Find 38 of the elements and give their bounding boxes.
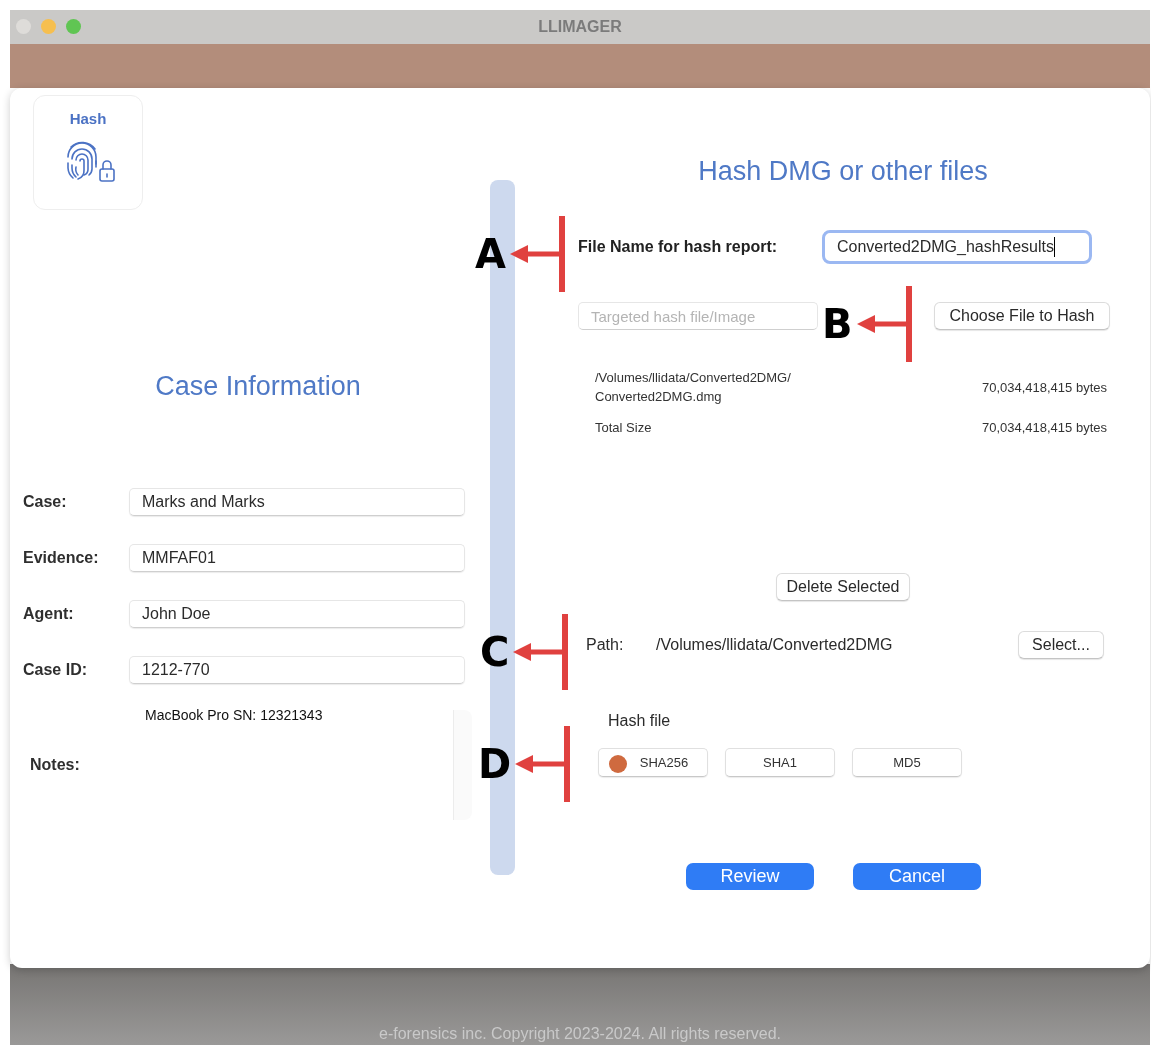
callout-letter: B (822, 304, 853, 344)
text-field[interactable]: Marks and Marks (129, 488, 465, 516)
file-path-field[interactable]: Targeted hash file/Image (578, 302, 818, 330)
review-button[interactable]: Review (686, 863, 814, 890)
hash-option-button[interactable]: SHA256 (598, 748, 708, 777)
delete-selected-button[interactable]: Delete Selected (775, 573, 911, 601)
select-button[interactable]: Select... (1018, 631, 1104, 659)
file-name: Total Size (595, 419, 652, 437)
callout-letter: D (478, 744, 512, 784)
field-label: Case ID: (23, 661, 89, 679)
text-field[interactable]: Converted2DMG_hashResults (822, 230, 1092, 264)
minimize-button[interactable] (41, 19, 56, 34)
text-field[interactable]: John Doe (129, 600, 465, 628)
window-title: LLIMAGER (538, 18, 622, 36)
file-size: 70,034,418,415 bytes (981, 420, 1107, 435)
text-field[interactable]: MMFAF01 (129, 544, 465, 572)
callout-letter: C (480, 632, 510, 672)
zoom-button[interactable] (66, 19, 81, 34)
field-label: Agent: (23, 605, 75, 623)
callout-letter: A (475, 234, 506, 274)
hash-option-button[interactable]: SHA1 (725, 748, 835, 777)
path-value: /Volumes/llidata/Converted2DMG (656, 636, 894, 654)
cancel-button[interactable]: Cancel (853, 863, 981, 890)
section-title: Hash DMG or other files (697, 155, 989, 187)
field-label: File Name for hash report: (578, 238, 779, 256)
field-label: Hash file (607, 712, 672, 730)
hash-tool-tile[interactable]: Hash (33, 95, 143, 210)
notes-text[interactable]: MacBook Pro SN: 12321343 (145, 707, 323, 725)
file-size: 70,034,418,415 bytes (981, 379, 1107, 395)
field-label: Notes: (29, 756, 81, 775)
choose-file-button[interactable]: Choose File to Hash (934, 302, 1110, 330)
file-name: /Volumes/llidata/Converted2DMG/ Converted2DMG.dmg (595, 369, 791, 406)
field-label: Case: (23, 493, 68, 511)
field-label: Evidence: (23, 549, 100, 567)
hash-option-button[interactable]: MD5 (852, 748, 962, 777)
text-field[interactable]: 1212-770 (129, 656, 465, 684)
field-label: Path: (585, 636, 625, 654)
section-title: Case Information (154, 370, 362, 402)
